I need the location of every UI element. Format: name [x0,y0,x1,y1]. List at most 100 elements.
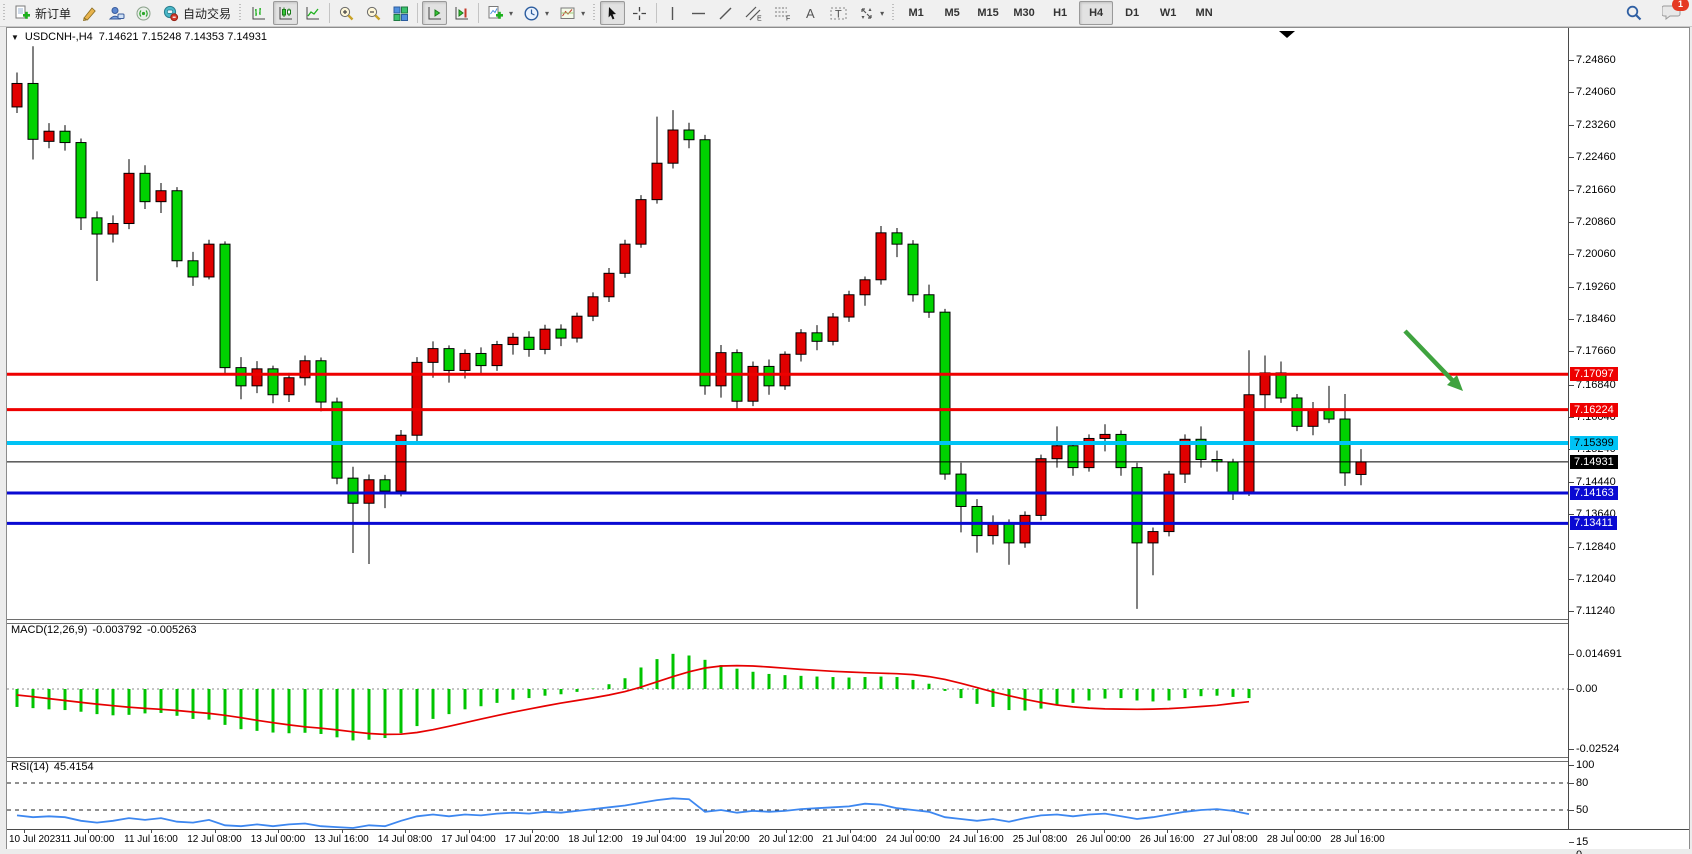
symbol-ohlc-line[interactable]: ▼ USDCNH-,H4 7.14621 7.15248 7.14353 7.1… [11,31,267,43]
metaeditor-button[interactable] [77,1,102,25]
pane-divider[interactable] [7,619,1689,624]
time-tick [786,830,787,833]
candle [92,218,102,234]
price-chart-pane[interactable] [7,28,1568,619]
candle [1276,373,1286,398]
notifications-button[interactable]: 1 [1662,3,1682,24]
pane-divider[interactable] [7,757,1689,762]
notification-badge: 1 [1672,0,1689,11]
rsi-title: RSI(14) [11,761,49,773]
candle [508,337,518,344]
time-tick [1294,830,1295,833]
price-tick-label: 7.20860 [1576,216,1616,228]
timeframe-m15[interactable]: M15 [971,1,1005,25]
new-order-button[interactable]: 新订单 [10,1,75,25]
candle [748,366,758,401]
time-tick [913,830,914,833]
zoom-in-icon [338,5,355,22]
candle [1148,532,1158,543]
zoom-group [333,0,414,26]
svg-text:T: T [835,8,842,20]
arrows-button[interactable]: ▾ [854,1,888,25]
timeframe-m30[interactable]: M30 [1007,1,1041,25]
time-axis-label: 19 Jul 20:00 [695,834,750,845]
trendline-button[interactable] [713,1,738,25]
timeframe-m5[interactable]: M5 [935,1,969,25]
time-tick [88,830,89,833]
zoom-out-button[interactable] [361,1,386,25]
price-tick-label: 7.11240 [1576,605,1615,617]
periods-button[interactable]: ▾ [519,1,553,25]
signals-icon [135,5,152,22]
time-axis-label: 26 Jul 00:00 [1076,834,1131,845]
vertical-line-button[interactable] [661,1,684,25]
candle [44,131,54,141]
price-line-badge: 7.13411 [1570,516,1617,530]
timeframe-d1[interactable]: D1 [1115,1,1149,25]
candle [828,317,838,341]
timeframe-mn[interactable]: MN [1187,1,1221,25]
timeframe-m1[interactable]: M1 [899,1,933,25]
time-axis-label: 11 Jul 00:00 [61,834,115,845]
auto-scroll-button[interactable] [422,1,447,25]
macd-title: MACD(12,26,9) [11,624,87,636]
line-chart-button[interactable] [300,1,325,25]
cursor-button[interactable] [600,1,625,25]
crosshair-button[interactable] [627,1,652,25]
toolbar-drag-handle[interactable] [592,4,597,22]
timeframe-h1[interactable]: H1 [1043,1,1077,25]
svg-text:F: F [786,15,790,22]
candle [556,329,566,338]
toolbar-right: 1 [1620,1,1682,25]
time-tick [977,830,978,833]
dropdown-caret: ▾ [581,9,585,18]
tile-windows-button[interactable] [388,1,413,25]
candle [284,378,294,395]
indicators-button[interactable]: ▾ [483,1,517,25]
chart-shift-button[interactable] [449,1,474,25]
time-axis[interactable]: 10 Jul 202311 Jul 00:0011 Jul 16:0012 Ju… [7,829,1689,849]
candle [476,353,486,365]
candle [1004,523,1014,543]
candle [1356,462,1366,475]
price-tick-label: 7.18460 [1576,313,1616,325]
price-axis[interactable]: 7.248607.240607.232607.224607.216607.208… [1568,28,1689,829]
zoom-in-button[interactable] [334,1,359,25]
toolbar-drag-handle[interactable] [2,4,7,22]
community-button[interactable] [104,1,129,25]
candle [812,333,822,342]
time-axis-label: 19 Jul 04:00 [632,834,687,845]
horizontal-line-button[interactable] [686,1,711,25]
candle [956,474,966,506]
time-axis-label: 28 Jul 00:00 [1267,834,1322,845]
bar-chart-button[interactable] [246,1,271,25]
equidistant-channel-button[interactable]: E [740,1,767,25]
ohlc-values: 7.14621 7.15248 7.14353 7.14931 [99,31,267,43]
timeframe-w1[interactable]: W1 [1151,1,1185,25]
timeframe-h4[interactable]: H4 [1079,1,1113,25]
candle [380,480,390,491]
autotrade-button[interactable]: 自动交易 [158,1,235,25]
time-tick [1231,830,1232,833]
candle [108,224,118,235]
candle [1228,462,1238,492]
candle [1340,419,1350,473]
rsi-axis-label: 100 [1576,759,1594,771]
macd-axis-label: 0.00 [1576,683,1597,695]
toolbar-drag-handle[interactable] [238,4,243,22]
toolbar-drag-handle[interactable] [891,4,896,22]
candle [28,83,38,139]
candlestick-chart-button[interactable] [273,1,298,25]
chart-shift-marker[interactable] [1279,31,1295,38]
macd-pane[interactable] [7,622,1568,757]
macd-signal-value: -0.005263 [147,624,197,636]
text-label-button[interactable]: T [825,1,852,25]
fibonacci-button[interactable]: F [769,1,796,25]
price-tick-label: 7.22460 [1576,151,1616,163]
templates-button[interactable]: ▾ [555,1,589,25]
candle [76,143,86,218]
text-button[interactable]: A [798,1,823,25]
price-tick-label: 7.12040 [1576,573,1616,585]
signals-button[interactable] [131,1,156,25]
search-button[interactable] [1621,1,1647,25]
